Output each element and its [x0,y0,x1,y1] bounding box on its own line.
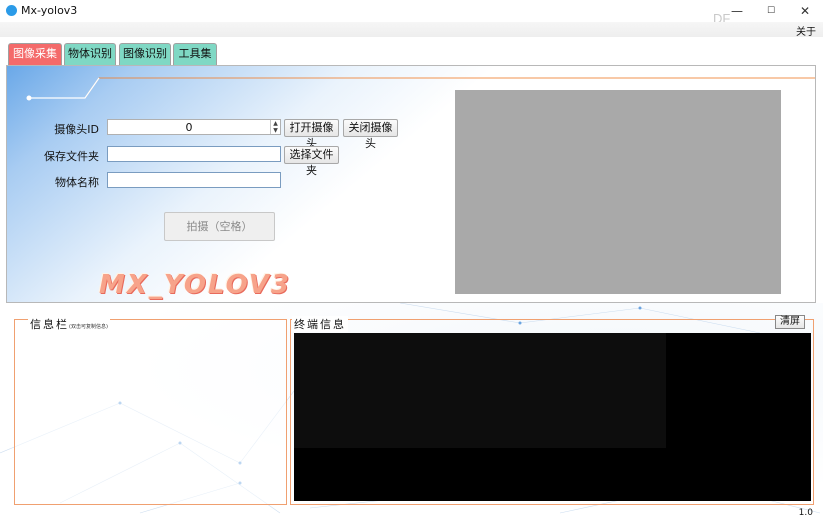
terminal-text-area [294,333,666,448]
shoot-button[interactable]: 拍摄（空格） [164,212,275,241]
info-panel[interactable] [14,319,287,505]
tab-object-detection[interactable]: 物体识别 [64,43,116,65]
capture-panel: 摄像头ID 0 ▲ ▼ 打开摄像头 关闭摄像头 保存文件夹 选择文件夹 物体名称 … [6,65,816,303]
app-logo: MX_YOLOV3 [99,270,291,300]
camera-id-label: 摄像头ID [54,123,99,136]
close-button[interactable]: ✕ [790,2,820,20]
open-camera-button[interactable]: 打开摄像头 [284,119,339,150]
close-camera-button[interactable]: 关闭摄像头 [343,119,398,150]
tab-image-recognition[interactable]: 图像识别 [119,43,171,65]
app-icon [6,5,17,16]
camera-id-value: 0 [185,121,193,134]
spin-arrows-icon[interactable]: ▲ ▼ [270,120,280,134]
info-panel-title: 信息栏(双击可复制信息) [28,316,110,332]
tab-toolset[interactable]: 工具集 [173,43,217,65]
minimize-button[interactable]: — [722,2,752,20]
terminal-output[interactable] [294,333,811,501]
version-label: 1.0 [798,508,813,518]
object-name-input[interactable] [107,172,281,188]
save-folder-label: 保存文件夹 [44,150,99,163]
title-bar: Mx-yolov3 DF — ☐ ✕ [0,0,823,26]
object-name-label: 物体名称 [55,176,99,189]
menu-bar: 关于 [0,22,823,38]
clear-screen-button[interactable]: 清屏 [775,315,805,329]
maximize-button[interactable]: ☐ [756,2,786,20]
bottom-area: 信息栏(双击可复制信息) 终端信息 清屏 1.0 [0,303,823,519]
decorative-dot [26,95,32,101]
camera-preview [455,90,781,294]
choose-folder-button[interactable]: 选择文件夹 [284,146,339,177]
save-folder-input[interactable] [107,146,281,162]
camera-id-spinbox[interactable]: 0 ▲ ▼ [107,119,281,135]
terminal-title: 终端信息 [292,316,348,332]
menu-item-about[interactable]: 关于 [796,23,816,38]
tab-image-capture[interactable]: 图像采集 [8,43,62,65]
info-panel-subtitle: (双击可复制信息) [69,324,108,330]
window-title: Mx-yolov3 [21,4,78,17]
